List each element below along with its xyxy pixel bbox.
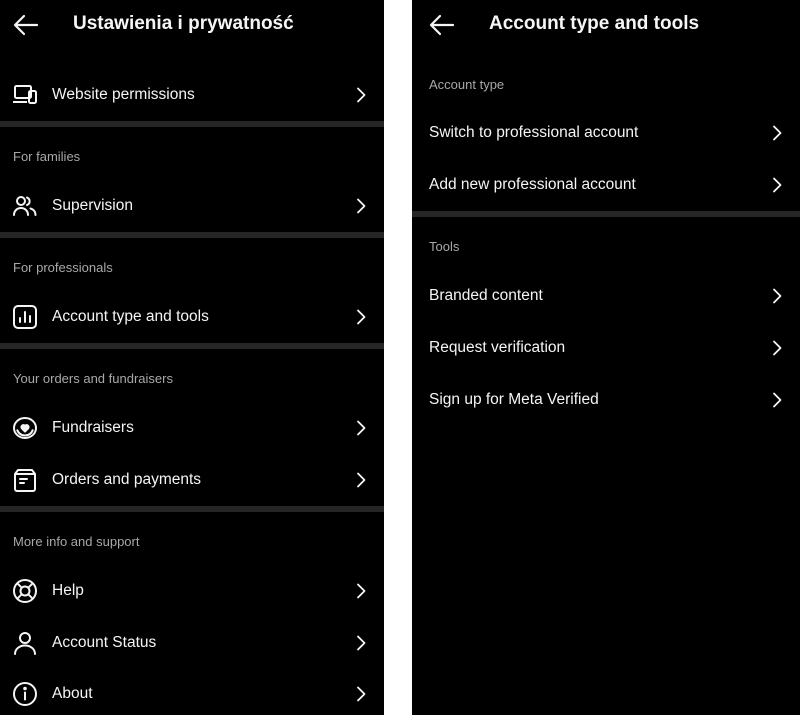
chevron-right-icon [356, 420, 366, 436]
chevron-right-icon [772, 392, 782, 408]
page-title: Account type and tools [489, 13, 700, 34]
section-label-more-info: More info and support [13, 534, 140, 549]
account-status-label: Account Status [52, 634, 157, 651]
meta-verified-item[interactable]: Sign up for Meta Verified [412, 378, 800, 422]
back-button[interactable] [428, 11, 456, 39]
supervision-item[interactable]: Supervision [0, 184, 384, 228]
header: Account type and tools [412, 0, 800, 50]
chevron-right-icon [772, 340, 782, 356]
add-professional-label: Add new professional account [429, 176, 636, 193]
fundraisers-item[interactable]: Fundraisers [0, 406, 384, 450]
chevron-right-icon [772, 177, 782, 193]
info-icon [12, 681, 38, 707]
help-label: Help [52, 582, 84, 599]
section-label-families: For families [13, 149, 81, 164]
switch-professional-item[interactable]: Switch to professional account [412, 111, 800, 155]
fundraisers-label: Fundraisers [52, 419, 134, 436]
bar-chart-icon [12, 304, 38, 330]
arrow-left-icon [13, 14, 39, 36]
switch-professional-label: Switch to professional account [429, 124, 639, 141]
add-professional-item[interactable]: Add new professional account [412, 163, 800, 207]
section-label-account-type: Account type [429, 77, 505, 92]
account-type-tools-screen: Account type and tools Account type Swit… [412, 0, 800, 715]
account-status-item[interactable]: Account Status [0, 621, 384, 665]
help-item[interactable]: Help [0, 569, 384, 613]
chevron-right-icon [356, 686, 366, 702]
arrow-left-icon [429, 14, 455, 36]
chevron-right-icon [356, 635, 366, 651]
meta-verified-label: Sign up for Meta Verified [429, 391, 599, 408]
section-divider [0, 121, 384, 127]
heart-coin-icon [12, 415, 38, 441]
orders-payments-label: Orders and payments [52, 471, 202, 488]
people-icon [12, 193, 38, 219]
settings-privacy-screen: Ustawienia i prywatność Website permissi… [0, 0, 384, 715]
supervision-label: Supervision [52, 197, 133, 214]
about-item[interactable]: About [0, 672, 384, 715]
request-verification-item[interactable]: Request verification [412, 326, 800, 370]
branded-content-item[interactable]: Branded content [412, 274, 800, 318]
section-label-tools: Tools [429, 239, 460, 254]
section-divider [412, 211, 800, 217]
account-type-tools-item[interactable]: Account type and tools [0, 295, 384, 339]
section-divider [0, 343, 384, 349]
section-divider [0, 506, 384, 512]
header: Ustawienia i prywatność [0, 0, 384, 50]
lifebuoy-icon [12, 578, 38, 604]
section-label-professionals: For professionals [13, 260, 113, 275]
orders-payments-item[interactable]: Orders and payments [0, 458, 384, 502]
receipt-box-icon [12, 467, 38, 493]
back-button[interactable] [12, 11, 40, 39]
account-type-tools-label: Account type and tools [52, 308, 209, 325]
person-icon [12, 630, 38, 656]
chevron-right-icon [772, 125, 782, 141]
section-label-orders: Your orders and fundraisers [13, 371, 173, 386]
chevron-right-icon [356, 472, 366, 488]
chevron-right-icon [356, 309, 366, 325]
chevron-right-icon [356, 198, 366, 214]
devices-icon [12, 82, 38, 108]
branded-content-label: Branded content [429, 287, 543, 304]
request-verification-label: Request verification [429, 339, 566, 356]
page-title: Ustawienia i prywatność [73, 13, 294, 34]
chevron-right-icon [356, 583, 366, 599]
chevron-right-icon [356, 87, 366, 103]
section-divider [0, 232, 384, 238]
website-permissions-label: Website permissions [52, 86, 195, 103]
chevron-right-icon [772, 288, 782, 304]
website-permissions-item[interactable]: Website permissions [0, 73, 384, 117]
about-label: About [52, 685, 93, 702]
